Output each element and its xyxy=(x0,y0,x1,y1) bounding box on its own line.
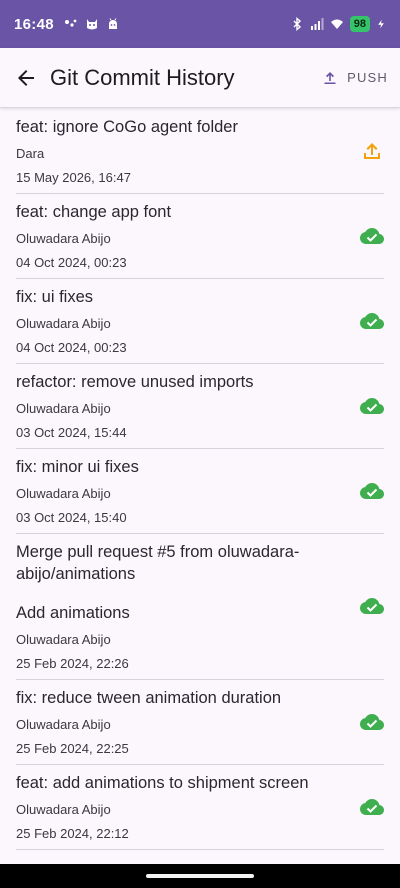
commit-row[interactable]: Merge pull request #5 from oluwadara-abi… xyxy=(16,534,384,680)
home-handle[interactable] xyxy=(146,874,254,878)
commit-message-body: Add animations xyxy=(16,604,130,622)
back-button[interactable] xyxy=(6,58,46,98)
status-bar: 16:48 98 xyxy=(0,0,400,48)
dots-icon xyxy=(64,19,77,27)
commit-message: feat: change app font xyxy=(16,203,172,221)
cloud-done-icon xyxy=(360,479,384,503)
commit-message: fix: reduce tween animation duration xyxy=(16,689,282,707)
charging-icon xyxy=(378,19,384,29)
commit-date: 03 Oct 2024, 15:44 xyxy=(16,425,127,440)
status-time: 16:48 xyxy=(14,15,54,33)
notification-icons xyxy=(64,17,120,31)
upload-icon xyxy=(324,71,336,84)
commit-message: fix: ui fixes xyxy=(16,288,94,306)
commit-author: Oluwadara Abijo xyxy=(16,717,111,732)
cloud-done-icon xyxy=(360,594,384,618)
commit-date: 04 Oct 2024, 00:23 xyxy=(16,255,127,270)
page-title: Git Commit History xyxy=(50,64,235,90)
pending-upload-icon xyxy=(360,139,384,163)
commit-message: feat: add animations to shipment screen xyxy=(16,774,309,792)
commit-date: 03 Oct 2024, 15:40 xyxy=(16,510,127,525)
cloud-done-icon xyxy=(360,710,384,734)
commit-date: 25 Feb 2024, 22:12 xyxy=(16,826,129,841)
cloud-done-icon xyxy=(360,394,384,418)
commit-author: Oluwadara Abijo xyxy=(16,231,111,246)
system-status: 98 xyxy=(290,16,386,32)
commit-row[interactable]: fix: ui fixes Oluwadara Abijo 04 Oct 202… xyxy=(16,279,384,364)
commit-row[interactable]: fix: reduce tween animation duration Olu… xyxy=(16,680,384,765)
commit-author: Oluwadara Abijo xyxy=(16,486,111,501)
commit-date: 25 Feb 2024, 22:25 xyxy=(16,741,129,756)
commit-author: Oluwadara Abijo xyxy=(16,802,111,817)
cloud-done-icon xyxy=(360,224,384,248)
commit-author: Oluwadara Abijo xyxy=(16,316,111,331)
cloud-done-icon xyxy=(360,795,384,819)
commit-row[interactable]: feat: add animations to shipment screen … xyxy=(16,765,384,850)
commit-list: feat: ignore CoGo agent folder Dara 15 M… xyxy=(0,109,400,850)
wifi-icon xyxy=(330,19,343,29)
commit-row[interactable]: refactor: remove unused imports Oluwadar… xyxy=(16,364,384,449)
commit-message: Merge pull request #5 from oluwadara-abi… xyxy=(16,543,300,583)
cloud-done-icon xyxy=(360,309,384,333)
bluetooth-icon xyxy=(293,17,301,31)
commit-author: Oluwadara Abijo xyxy=(16,401,111,416)
app-bar: Git Commit History PUSH xyxy=(0,48,400,108)
signal-icon xyxy=(310,18,324,30)
commit-row[interactable]: fix: minor ui fixes Oluwadara Abijo 03 O… xyxy=(16,449,384,534)
commit-date: 25 Feb 2024, 22:26 xyxy=(16,656,129,671)
commit-row[interactable]: feat: change app font Oluwadara Abijo 04… xyxy=(16,194,384,279)
commit-author: Dara xyxy=(16,146,45,161)
commit-message: feat: ignore CoGo agent folder xyxy=(16,118,238,136)
commit-date: 04 Oct 2024, 00:23 xyxy=(16,340,127,355)
push-label: PUSH xyxy=(347,70,388,85)
battery-level: 98 xyxy=(349,16,370,32)
commit-row[interactable]: feat: ignore CoGo agent folder Dara 15 M… xyxy=(16,109,384,194)
gesture-nav-bar xyxy=(0,864,400,888)
commit-date: 15 May 2026, 16:47 xyxy=(16,170,131,185)
commit-message: fix: minor ui fixes xyxy=(16,458,139,476)
android-icon xyxy=(108,18,117,29)
push-button[interactable]: PUSH xyxy=(317,64,388,91)
commit-message: refactor: remove unused imports xyxy=(16,373,254,391)
commit-author: Oluwadara Abijo xyxy=(16,632,111,647)
arrow-back-icon xyxy=(18,69,34,86)
cat-icon xyxy=(86,19,97,30)
